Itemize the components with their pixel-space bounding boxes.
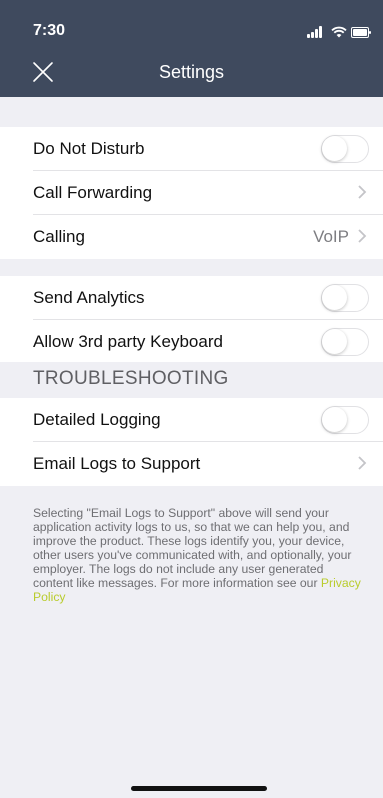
- row-label: Email Logs to Support: [33, 454, 201, 473]
- settings-section-general: Do Not Disturb Call Forwarding Calling V…: [0, 127, 383, 259]
- third-party-keyboard-toggle[interactable]: [321, 328, 369, 356]
- navigation-header: 7:30 Settings: [0, 0, 383, 97]
- row-detailed-logging[interactable]: Detailed Logging: [0, 398, 383, 442]
- detailed-logging-toggle[interactable]: [321, 406, 369, 434]
- do-not-disturb-toggle[interactable]: [321, 135, 369, 163]
- row-label: Allow 3rd party Keyboard: [33, 332, 223, 351]
- row-do-not-disturb[interactable]: Do Not Disturb: [0, 127, 383, 171]
- settings-section-troubleshooting: Detailed Logging Email Logs to Support: [0, 398, 383, 486]
- chevron-right-icon: [358, 185, 367, 199]
- wifi-icon: [331, 26, 347, 38]
- chevron-right-icon: [358, 229, 367, 243]
- disclaimer-text: Selecting "Email Logs to Support" above …: [33, 506, 352, 590]
- row-label: Send Analytics: [33, 288, 145, 307]
- row-label: Detailed Logging: [33, 410, 161, 429]
- section-header-label: TROUBLESHOOTING: [33, 368, 229, 389]
- send-analytics-toggle[interactable]: [321, 284, 369, 312]
- settings-section-privacy: Send Analytics Allow 3rd party Keyboard: [0, 276, 383, 364]
- calling-value: VoIP: [313, 227, 349, 246]
- status-icons: [307, 26, 371, 40]
- page-title: Settings: [158, 62, 225, 82]
- chevron-right-icon: [358, 456, 367, 470]
- row-send-analytics[interactable]: Send Analytics: [0, 276, 383, 320]
- battery-icon: [351, 27, 371, 38]
- row-email-logs[interactable]: Email Logs to Support: [0, 442, 383, 486]
- row-label: Call Forwarding: [33, 183, 153, 202]
- signal-icon: [307, 26, 325, 38]
- logs-disclaimer: Selecting "Email Logs to Support" above …: [33, 506, 365, 604]
- row-label: Calling: [33, 227, 85, 246]
- status-time: 7:30: [33, 22, 66, 39]
- section-header-troubleshooting: TROUBLESHOOTING: [0, 362, 383, 398]
- row-calling[interactable]: Calling VoIP: [0, 215, 383, 259]
- row-call-forwarding[interactable]: Call Forwarding: [0, 171, 383, 215]
- row-allow-3rd-party-keyboard[interactable]: Allow 3rd party Keyboard: [0, 320, 383, 364]
- home-indicator[interactable]: [131, 786, 267, 791]
- row-label: Do Not Disturb: [33, 139, 145, 158]
